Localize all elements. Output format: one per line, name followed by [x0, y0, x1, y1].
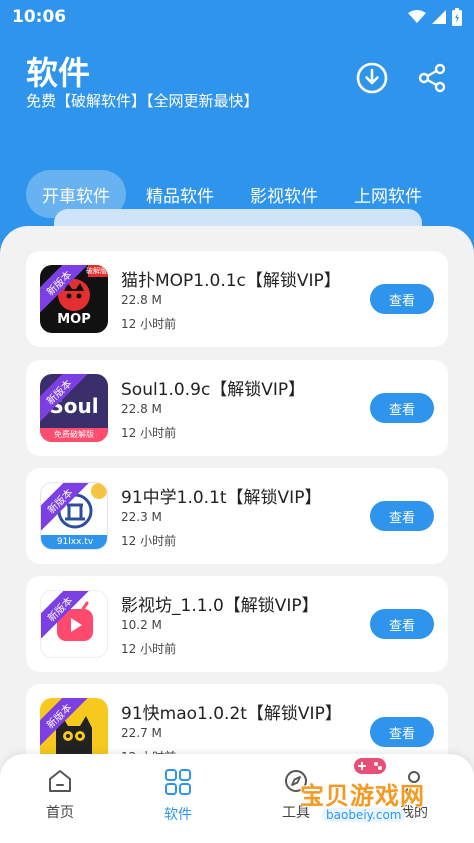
signal-icon — [432, 10, 446, 24]
status-time: 10:06 — [12, 7, 67, 27]
status-bar: 10:06 — [0, 0, 474, 34]
view-button[interactable]: 查看 — [370, 501, 434, 531]
app-icon-mop: MOP 破解版 新版本 — [40, 265, 108, 333]
share-button[interactable] — [412, 58, 452, 98]
wifi-icon — [408, 10, 426, 23]
app-time: 12 小时前 — [121, 642, 177, 656]
view-button[interactable]: 查看 — [370, 717, 434, 747]
app-name: Soul1.0.9c【解锁VIP】 — [121, 380, 306, 400]
page-subtitle: 免费【破解软件】【全网更新最快】 — [26, 92, 259, 110]
header: 软件 免费【破解软件】【全网更新最快】 开車软件 精品软件 影视软件 上网软件 — [0, 34, 474, 234]
list-item[interactable]: 新版本 影视坊_1.1.0【解锁VIP】 10.2 M 12 小时前 查看 — [26, 576, 448, 672]
app-name: 影视坊_1.1.0【解锁VIP】 — [121, 596, 319, 616]
app-name: 91中学1.0.1t【解锁VIP】 — [121, 488, 322, 508]
view-button[interactable]: 查看 — [370, 609, 434, 639]
app-name: 猫扑MOP1.0.1c【解锁VIP】 — [121, 271, 341, 291]
nav-label: 软件 — [164, 807, 192, 823]
nav-home[interactable]: 首页 — [20, 768, 100, 822]
list-item[interactable]: Soul 免费破解版 新版本 Soul1.0.9c【解锁VIP】 22.8 M … — [26, 360, 448, 456]
status-icons — [408, 8, 462, 26]
app-time: 12 小时前 — [121, 317, 177, 331]
app-size: 22.8 M — [121, 402, 162, 416]
app-name: 91快mao1.0.2t【解锁VIP】 — [121, 704, 342, 724]
download-icon — [356, 62, 388, 94]
app-size: 10.2 M — [121, 618, 162, 632]
app-icon-91zhongxue: 91lxx.tv 新版本 — [40, 482, 108, 550]
nav-label: 首页 — [46, 805, 74, 821]
app-size: 22.3 M — [121, 510, 162, 524]
app-time: 12 小时前 — [121, 534, 177, 548]
app-size: 22.7 M — [121, 726, 162, 740]
watermark: 宝贝游戏网 baobeiy.com — [292, 754, 444, 832]
view-button[interactable]: 查看 — [370, 393, 434, 423]
corner-tag: 免费破解版 — [40, 428, 108, 442]
gamepad-icon — [354, 758, 386, 774]
list-item[interactable]: MOP 破解版 新版本 猫扑MOP1.0.1c【解锁VIP】 22.8 M 12… — [26, 251, 448, 347]
app-icon-label: MOP — [57, 312, 91, 327]
app-size: 22.8 M — [121, 293, 162, 307]
share-icon — [418, 63, 446, 93]
view-button[interactable]: 查看 — [370, 284, 434, 314]
nav-software[interactable]: 软件 — [138, 768, 218, 824]
app-time: 12 小时前 — [121, 426, 177, 440]
corner-tag: 破解版 — [86, 267, 107, 275]
app-list: MOP 破解版 新版本 猫扑MOP1.0.1c【解锁VIP】 22.8 M 12… — [0, 226, 474, 843]
watermark-url: baobeiy.com — [322, 808, 406, 822]
battery-icon — [452, 8, 462, 26]
app-icon-label: 91lxx.tv — [41, 535, 107, 549]
app-icon-soul: Soul 免费破解版 新版本 — [40, 374, 108, 442]
watermark-text: 宝贝游戏网 — [300, 782, 425, 810]
grid-icon — [165, 769, 191, 795]
home-icon — [49, 770, 71, 792]
page-title: 软件 — [26, 54, 91, 92]
download-button[interactable] — [352, 58, 392, 98]
app-icon-yingshifang: 新版本 — [40, 590, 108, 658]
list-item[interactable]: 91lxx.tv 新版本 91中学1.0.1t【解锁VIP】 22.3 M 12… — [26, 468, 448, 564]
